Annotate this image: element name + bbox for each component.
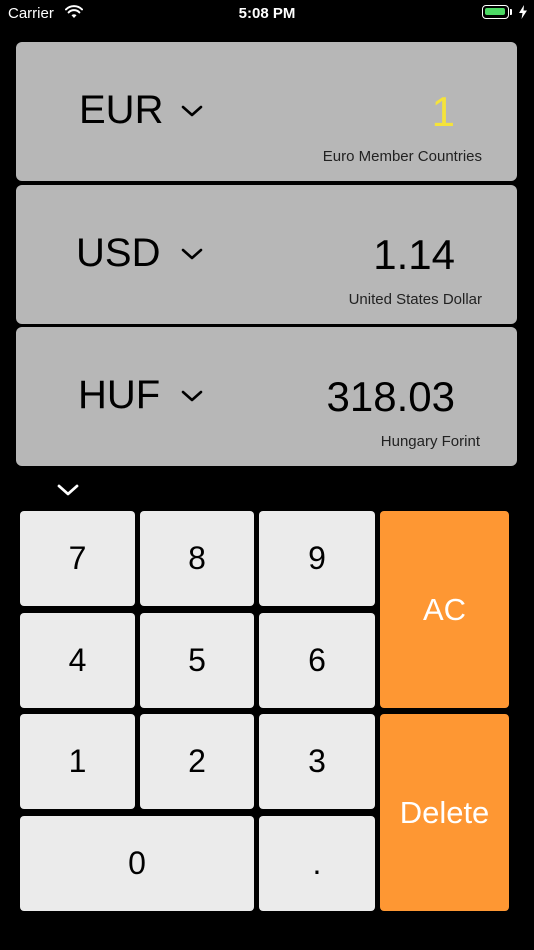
chevron-down-icon[interactable] [180,389,204,403]
currency-amount: 1.14 [373,231,455,278]
currency-code[interactable]: HUF [78,373,160,418]
key-3[interactable]: 3 [259,714,375,809]
currency-card-eur[interactable]: EUR 1 Euro Member Countries [16,42,517,181]
currency-name: United States Dollar [348,291,482,308]
key-5[interactable]: 5 [140,613,254,708]
battery-icon [482,5,512,21]
key-4[interactable]: 4 [20,613,135,708]
key-decimal-point[interactable]: . [259,816,375,911]
currency-name: Hungary Forint [380,433,480,450]
currency-amount: 1 [431,88,455,135]
currency-code[interactable]: EUR [79,88,163,133]
delete-button[interactable]: Delete [380,714,509,911]
collapse-keypad-chevron-down-icon[interactable] [56,482,80,498]
key-2[interactable]: 2 [140,714,254,809]
key-9[interactable]: 9 [259,511,375,606]
key-8[interactable]: 8 [140,511,254,606]
key-0[interactable]: 0 [20,816,254,911]
charging-bolt-icon [519,5,527,24]
key-1[interactable]: 1 [20,714,135,809]
currency-card-usd[interactable]: USD 1.14 United States Dollar [16,185,517,324]
clock-time: 5:08 PM [238,5,296,22]
chevron-down-icon[interactable] [180,247,204,261]
currency-card-huf[interactable]: HUF 318.03 Hungary Forint [16,327,517,466]
currency-name: Euro Member Countries [322,148,482,165]
chevron-down-icon[interactable] [180,104,204,118]
clear-all-button[interactable]: AC [380,511,509,708]
status-bar: Carrier 5:08 PM [0,0,534,30]
currency-code[interactable]: USD [76,231,160,276]
key-6[interactable]: 6 [259,613,375,708]
key-7[interactable]: 7 [20,511,135,606]
currency-amount: 318.03 [326,373,455,420]
